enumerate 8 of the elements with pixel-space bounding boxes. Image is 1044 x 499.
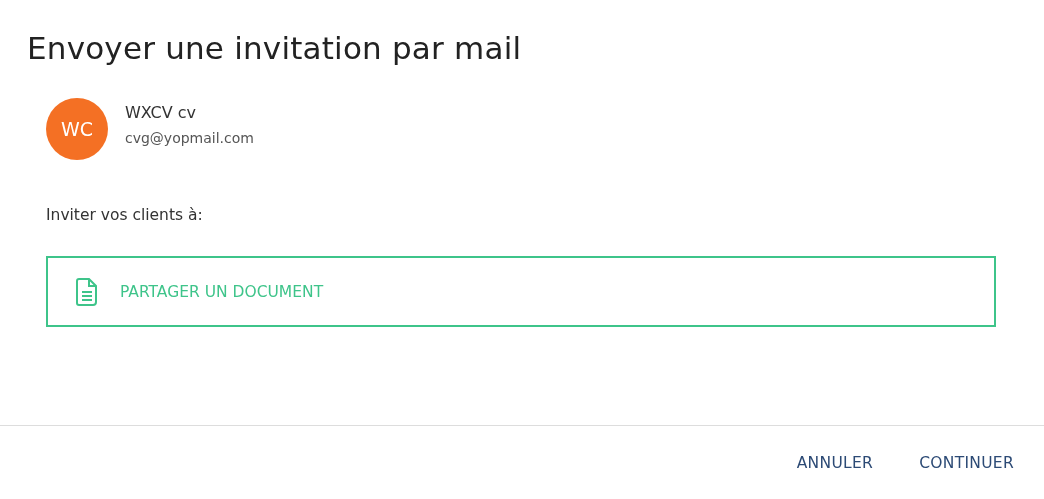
document-icon [76,277,98,306]
invite-label: Inviter vos clients à: [46,206,204,224]
recipient-name: WXCV cv [125,102,198,122]
recipient-email: cvg@yopmail.com [125,129,254,146]
continue-button[interactable]: CONTINUER [911,447,1022,478]
dialog-title: Envoyer une invitation par mail [27,30,523,66]
cancel-button[interactable]: ANNULER [788,447,882,478]
avatar: WC [46,98,108,160]
